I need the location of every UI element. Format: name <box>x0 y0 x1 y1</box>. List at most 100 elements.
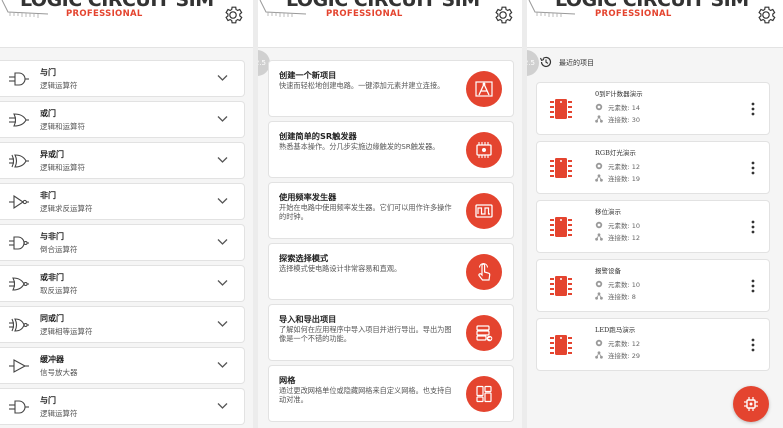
nand-gate-icon <box>9 236 29 250</box>
grid-layout-icon <box>466 376 502 412</box>
gate-item[interactable]: 或非门 取反运算符 <box>0 265 245 302</box>
tutorial-description: 通过更改网格单位或隐藏网格来自定义网格。也支持自动对准。 <box>279 386 452 405</box>
more-options-icon[interactable] <box>751 102 755 116</box>
gate-item[interactable]: 与门 逻辑运算符 <box>0 60 245 97</box>
tutorial-description: 快速而轻松地创建电路。一键添加元素并建立连接。 <box>279 81 445 90</box>
chevron-down-icon[interactable] <box>217 279 228 287</box>
more-options-icon[interactable] <box>751 220 755 234</box>
tutorial-card[interactable]: 使用频率发生器 开始在电路中使用频率发生器。它们可以用作许多操作的时钟。 <box>268 182 514 239</box>
gate-item[interactable]: 异或门 逻辑和运算符 <box>0 142 245 179</box>
elements-count: 10 <box>631 281 641 289</box>
app-header: LOGIC CIRCUIT SIM PROFESSIONAL <box>258 0 522 48</box>
gate-item[interactable]: 或门 逻辑和运算符 <box>0 101 245 138</box>
chevron-down-icon[interactable] <box>217 361 228 369</box>
chip-icon <box>550 99 572 119</box>
gate-description: 逻辑和运算符 <box>40 163 85 172</box>
chevron-down-icon[interactable] <box>217 197 228 205</box>
gate-description: 逻辑求反运算符 <box>40 204 93 213</box>
tutorial-card[interactable]: 创建一个新项目 快速而轻松地创建电路。一键添加元素并建立连接。 <box>268 60 514 117</box>
chevron-down-icon[interactable] <box>217 74 228 82</box>
gate-name: 与门 <box>40 68 56 77</box>
tutorial-title: 创建简单的SR触发器 <box>279 131 357 141</box>
gate-item[interactable]: 缓冲器 信号放大器 <box>0 347 245 384</box>
project-card[interactable]: 报警设备 元素数: 10 连接数: 8 <box>536 259 770 312</box>
tutorial-card[interactable]: 创建简单的SR触发器 熟悉基本操作。分几步实施边缘触发的SR触发器。 <box>268 121 514 178</box>
connection-count-icon <box>595 233 603 241</box>
chip-icon <box>550 158 572 178</box>
recent-projects-panel: LOGIC CIRCUIT SIM PROFESSIONAL 2.5 最近的项目… <box>527 0 783 428</box>
new-project-fab[interactable] <box>733 386 769 422</box>
gate-item[interactable]: 与门 逻辑运算符 <box>0 388 245 425</box>
xnor-gate-icon <box>9 318 29 332</box>
project-connections: 连接数: 30 <box>595 114 640 124</box>
project-elements: 元素数: 12 <box>595 161 640 171</box>
gate-list: 与门 逻辑运算符 或门 逻辑和运算符 异或门 逻辑和运算符 非门 逻辑求反运算符… <box>0 60 253 428</box>
gate-item[interactable]: 与非门 倒合运算符 <box>0 224 245 261</box>
project-connections: 连接数: 19 <box>595 173 640 183</box>
project-card[interactable]: 移位演示 元素数: 10 连接数: 12 <box>536 200 770 253</box>
elements-label: 元素数: <box>608 340 630 348</box>
gate-description: 取反运算符 <box>40 286 78 295</box>
xor-gate-icon <box>9 154 29 168</box>
app-logo-subtitle: PROFESSIONAL <box>66 9 143 19</box>
gate-item[interactable]: 同或门 逻辑相等运算符 <box>0 306 245 343</box>
tutorial-card[interactable]: 导入和导出项目 了解如何在应用程序中导入项目并进行导出。导出为图像是一个不错的功… <box>268 304 514 361</box>
project-elements: 元素数: 12 <box>595 338 640 348</box>
gate-name: 或门 <box>40 109 56 118</box>
project-name: RGB灯光演示 <box>595 149 636 157</box>
elements-count: 14 <box>631 104 641 112</box>
project-connections: 连接数: 8 <box>595 291 636 301</box>
connections-count: 30 <box>631 116 641 124</box>
element-count-icon <box>595 221 603 229</box>
tutorial-card[interactable]: 探索选择模式 选择模式使电路设计非常容易和直观。 <box>268 243 514 300</box>
chevron-down-icon[interactable] <box>217 402 228 410</box>
settings-gear-icon[interactable] <box>492 4 514 26</box>
gate-description: 逻辑相等运算符 <box>40 327 93 336</box>
and-gate-icon <box>9 72 29 86</box>
gate-item[interactable]: 非门 逻辑求反运算符 <box>0 183 245 220</box>
project-name: 移位演示 <box>595 208 621 216</box>
connections-count: 12 <box>631 234 641 242</box>
project-card[interactable]: LED跑马演示 元素数: 12 连接数: 29 <box>536 318 770 371</box>
flipflop-chip-icon <box>466 132 502 168</box>
project-list: 0到F计数器演示 元素数: 14 连接数: 30 RGB灯光演示 元素数: 12… <box>527 82 783 377</box>
project-elements: 元素数: 10 <box>595 220 640 230</box>
side-drawer-tab[interactable]: 2.5 <box>527 50 539 76</box>
element-count-icon <box>595 339 603 347</box>
chevron-down-icon[interactable] <box>217 156 228 164</box>
gate-description: 逻辑和运算符 <box>40 122 85 131</box>
tutorial-card[interactable]: 网格 通过更改网格单位或隐藏网格来自定义网格。也支持自动对准。 <box>268 365 514 422</box>
chevron-down-icon[interactable] <box>217 115 228 123</box>
tutorial-description: 选择模式使电路设计非常容易和直观。 <box>279 264 402 273</box>
touch-icon <box>466 254 502 290</box>
connections-label: 连接数: <box>608 234 630 242</box>
gate-name: 缓冲器 <box>40 355 64 364</box>
project-connections: 连接数: 29 <box>595 350 640 360</box>
connection-count-icon <box>595 174 603 182</box>
connections-count: 8 <box>631 293 636 301</box>
chip-icon <box>550 276 572 296</box>
project-name: 报警设备 <box>595 267 621 275</box>
chevron-down-icon[interactable] <box>217 320 228 328</box>
tutorial-title: 使用频率发生器 <box>279 192 337 202</box>
tutorial-list: 创建一个新项目 快速而轻松地创建电路。一键添加元素并建立连接。 创建简单的SR触… <box>258 60 522 426</box>
more-options-icon[interactable] <box>751 338 755 352</box>
tutorial-description: 了解如何在应用程序中导入项目并进行导出。导出为图像是一个不错的功能。 <box>279 325 452 344</box>
project-name: LED跑马演示 <box>595 326 636 334</box>
project-card[interactable]: 0到F计数器演示 元素数: 14 连接数: 30 <box>536 82 770 135</box>
gate-name: 或非门 <box>40 273 64 282</box>
connection-count-icon <box>595 115 603 123</box>
app-logo-subtitle: PROFESSIONAL <box>595 9 672 19</box>
chevron-down-icon[interactable] <box>217 238 228 246</box>
more-options-icon[interactable] <box>751 161 755 175</box>
chip-icon <box>550 217 572 237</box>
elements-label: 元素数: <box>608 281 630 289</box>
settings-gear-icon[interactable] <box>755 4 777 26</box>
connections-count: 19 <box>631 175 641 183</box>
chip-icon <box>550 335 572 355</box>
project-card[interactable]: RGB灯光演示 元素数: 12 连接数: 19 <box>536 141 770 194</box>
more-options-icon[interactable] <box>751 279 755 293</box>
connections-label: 连接数: <box>608 116 630 124</box>
settings-gear-icon[interactable] <box>222 4 244 26</box>
connection-count-icon <box>595 351 603 359</box>
